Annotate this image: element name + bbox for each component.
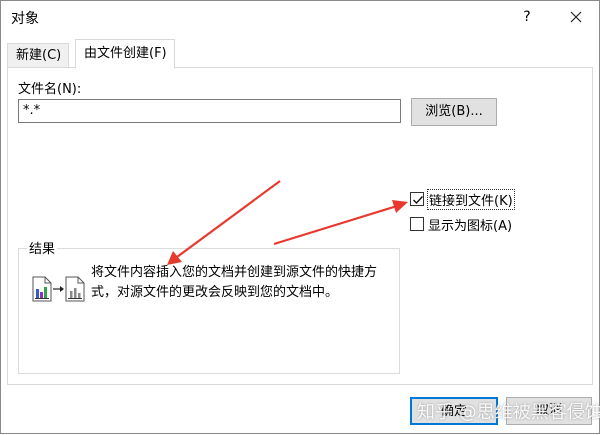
title-bar: 对象 ? xyxy=(1,1,599,33)
close-icon xyxy=(570,11,582,23)
document-link-icon xyxy=(65,276,85,302)
result-description-line-1: 将文件内容插入您的文档并创建到源文件的快捷方 xyxy=(91,265,378,280)
watermark: 知乎 @思维被黑客侵蚀 xyxy=(417,402,600,423)
document-chart-icon xyxy=(32,276,52,302)
result-description-line-2: 式，对源文件的更改会反映到您的文档中。 xyxy=(91,285,339,300)
tab-create-from-file[interactable]: 由文件创建(F) xyxy=(75,39,175,69)
link-to-file-option[interactable]: 链接到文件(K) xyxy=(410,188,515,210)
display-as-icon-option[interactable]: 显示为图标(A) xyxy=(410,214,512,234)
close-button[interactable] xyxy=(558,3,594,31)
insert-object-dialog: 对象 ? 新建(C) 由文件创建(F) 文件名(N): *.* 浏览(B)...… xyxy=(0,0,600,434)
filename-label: 文件名(N): xyxy=(18,82,82,97)
link-to-file-label: 链接到文件(K) xyxy=(427,188,515,210)
display-as-icon-label: 显示为图标(A) xyxy=(428,218,513,234)
right-arrow-icon xyxy=(53,286,64,292)
checkmark-icon xyxy=(413,196,424,205)
result-group-label: 结果 xyxy=(27,238,58,257)
filename-input[interactable]: *.* xyxy=(18,99,401,123)
help-button[interactable]: ? xyxy=(509,3,545,31)
result-description: 将文件内容插入您的文档并创建到源文件的快捷方 式，对源文件的更改会反映到您的文档… xyxy=(91,263,391,303)
link-to-file-checkbox[interactable] xyxy=(410,192,424,206)
display-as-icon-checkbox[interactable] xyxy=(410,217,424,231)
browse-button[interactable]: 浏览(B)... xyxy=(411,98,497,126)
tab-create-new[interactable]: 新建(C) xyxy=(7,43,69,68)
dialog-title: 对象 xyxy=(11,11,39,27)
